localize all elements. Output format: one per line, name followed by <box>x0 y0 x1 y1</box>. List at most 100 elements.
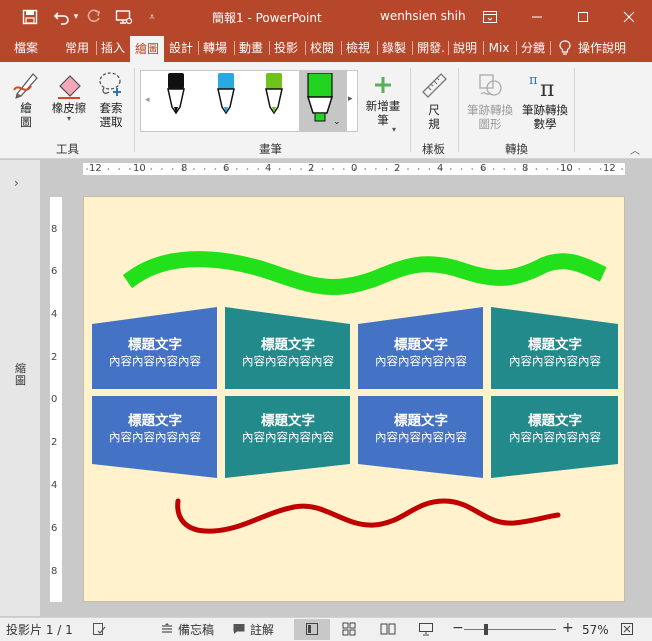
tab-transitions[interactable]: 轉場 <box>200 34 230 62</box>
add-pen-dropdown-icon[interactable]: ▾ <box>392 126 396 134</box>
zoom-level[interactable]: 57% <box>582 622 609 638</box>
card-7[interactable]: 標題文字 內容內容內容內容 <box>358 409 484 445</box>
thumbnails-label: 縮圖 <box>15 362 26 387</box>
normal-view-button[interactable] <box>294 619 330 640</box>
tab-mix[interactable]: Mix <box>485 34 513 62</box>
slide-sorter-icon[interactable] <box>342 622 356 640</box>
user-name[interactable]: wenhsien shih <box>380 9 466 23</box>
thumbnail-pane[interactable]: › 縮圖 <box>0 160 40 616</box>
notes-icon[interactable] <box>160 622 174 640</box>
zoom-slider-track[interactable] <box>464 629 556 630</box>
tab-developer[interactable]: 開發. <box>413 34 449 62</box>
document-title: 簡報1 - PowerPoint <box>212 11 322 25</box>
customize-qat-icon[interactable]: ⩡ <box>138 0 166 34</box>
lasso-select-button[interactable]: 套索 選取 <box>92 68 130 129</box>
comments-icon[interactable] <box>232 622 246 640</box>
slide-canvas[interactable]: 標題文字 內容內容內容內容 標題文字 內容內容內容內容 標題文字 內容內容內容內… <box>83 196 625 602</box>
zoom-in-button[interactable]: + <box>562 620 574 636</box>
save-icon[interactable] <box>16 0 44 34</box>
card-4[interactable]: 標題文字 內容內容內容內容 <box>492 333 618 369</box>
lightbulb-icon[interactable] <box>556 34 574 62</box>
v-ruler-tick: 2 <box>51 437 58 448</box>
reading-view-icon[interactable] <box>380 622 396 640</box>
ink-to-shape-button[interactable]: 筆跡轉換 圖形 <box>462 70 518 131</box>
pen-highlighter-selected[interactable]: ⌄ <box>299 71 347 131</box>
zoom-slider-thumb[interactable] <box>484 624 488 635</box>
notes-button[interactable]: 備忘稿 <box>178 622 214 638</box>
title-bar: ▾ ⩡ 簡報1 - PowerPoint wenhsien shih <box>0 0 652 34</box>
card-title: 標題文字 <box>528 337 582 353</box>
card-8[interactable]: 標題文字 內容內容內容內容 <box>492 409 618 445</box>
tab-record[interactable]: 錄製 <box>379 34 409 62</box>
tab-home[interactable]: 常用 <box>60 34 94 62</box>
ink-to-shape-label: 筆跡轉換 圖形 <box>467 103 513 131</box>
tab-help[interactable]: 說明 <box>450 34 480 62</box>
tab-animations[interactable]: 動畫 <box>236 34 266 62</box>
ink-stroke-green[interactable] <box>122 251 607 295</box>
ink-to-math-button[interactable]: ππ 筆跡轉換 數學 <box>518 70 572 131</box>
gallery-next-icon[interactable]: ▸ <box>348 94 353 104</box>
tab-slideshow[interactable]: 投影 <box>271 34 301 62</box>
h-ruler-tick: 2 <box>308 163 315 174</box>
collapse-ribbon-icon[interactable]: ︿ <box>630 142 640 157</box>
expand-thumbnails-icon[interactable]: › <box>14 176 19 190</box>
close-icon[interactable] <box>612 0 646 34</box>
v-ruler-tick: 0 <box>51 394 58 405</box>
tab-design[interactable]: 設計 <box>166 34 196 62</box>
card-title: 標題文字 <box>394 413 448 429</box>
eraser-dropdown-icon[interactable]: ▾ <box>46 115 92 123</box>
pen-green[interactable] <box>261 73 287 124</box>
eraser-label: 橡皮擦 <box>51 101 87 115</box>
card-2[interactable]: 標題文字 內容內容內容內容 <box>225 333 351 369</box>
svg-text:π: π <box>540 77 554 100</box>
eraser-button[interactable]: 橡皮擦 ▾ <box>46 68 92 123</box>
h-ruler-tick: 4 <box>265 163 272 174</box>
group-label-tools: 工具 <box>56 142 79 156</box>
maximize-icon[interactable] <box>566 0 600 34</box>
add-pen-icon <box>375 77 391 93</box>
tab-view[interactable]: 檢視 <box>343 34 373 62</box>
card-5[interactable]: 標題文字 內容內容內容內容 <box>92 409 218 445</box>
tab-insert[interactable]: 插入 <box>98 34 128 62</box>
tab-separator <box>516 41 517 55</box>
vertical-ruler: 8 6 4 2 0 2 4 6 8 <box>50 197 62 602</box>
group-label-stencils: 樣板 <box>422 142 445 156</box>
draw-button[interactable]: 繪 圖 <box>8 68 44 129</box>
v-ruler-tick: 4 <box>51 480 58 491</box>
v-ruler-tick: 6 <box>51 523 58 534</box>
h-ruler-tick: 12 <box>89 163 102 174</box>
h-ruler-tick: 6 <box>223 163 230 174</box>
redo-icon[interactable] <box>80 0 108 34</box>
tell-me-search[interactable]: 操作說明 <box>576 34 628 62</box>
gallery-prev-icon[interactable]: ◂ <box>145 95 150 105</box>
pen-black[interactable] <box>163 73 189 124</box>
fit-to-window-icon[interactable] <box>620 622 634 640</box>
card-title: 標題文字 <box>128 413 182 429</box>
tab-storyboard[interactable]: 分鏡 <box>518 34 548 62</box>
ruler-button[interactable]: 尺 規 <box>414 70 454 131</box>
minimize-icon[interactable] <box>520 0 554 34</box>
zoom-out-button[interactable]: − <box>452 620 464 636</box>
card-6[interactable]: 標題文字 內容內容內容內容 <box>225 409 351 445</box>
green-pen-icon <box>265 73 283 115</box>
card-body: 內容內容內容內容 <box>242 354 334 368</box>
card-1[interactable]: 標題文字 內容內容內容內容 <box>92 333 218 369</box>
h-ruler-tick: 10 <box>560 163 573 174</box>
horizontal-ruler: 12 10 8 6 4 2 0 2 4 6 8 10 12 <box>83 163 625 175</box>
card-title: 標題文字 <box>261 337 315 353</box>
ribbon-display-icon[interactable] <box>473 0 507 34</box>
group-separator <box>134 68 135 152</box>
tab-file[interactable]: 檔案 <box>6 34 46 62</box>
pen-blue[interactable] <box>213 73 239 124</box>
card-body: 內容內容內容內容 <box>375 354 467 368</box>
tab-review[interactable]: 校閱 <box>307 34 337 62</box>
ink-stroke-red[interactable] <box>175 498 561 534</box>
comments-button[interactable]: 註解 <box>250 622 274 638</box>
card-3[interactable]: 標題文字 內容內容內容內容 <box>358 333 484 369</box>
spellcheck-icon[interactable] <box>92 622 106 640</box>
add-pen-button[interactable]: 新增畫 筆 ▾ <box>362 74 404 134</box>
pen-options-dropdown-icon[interactable]: ⌄ <box>333 117 341 127</box>
slideshow-icon[interactable] <box>418 622 434 640</box>
tab-draw[interactable]: 繪圖 <box>130 36 164 62</box>
present-from-start-icon[interactable] <box>110 0 138 34</box>
